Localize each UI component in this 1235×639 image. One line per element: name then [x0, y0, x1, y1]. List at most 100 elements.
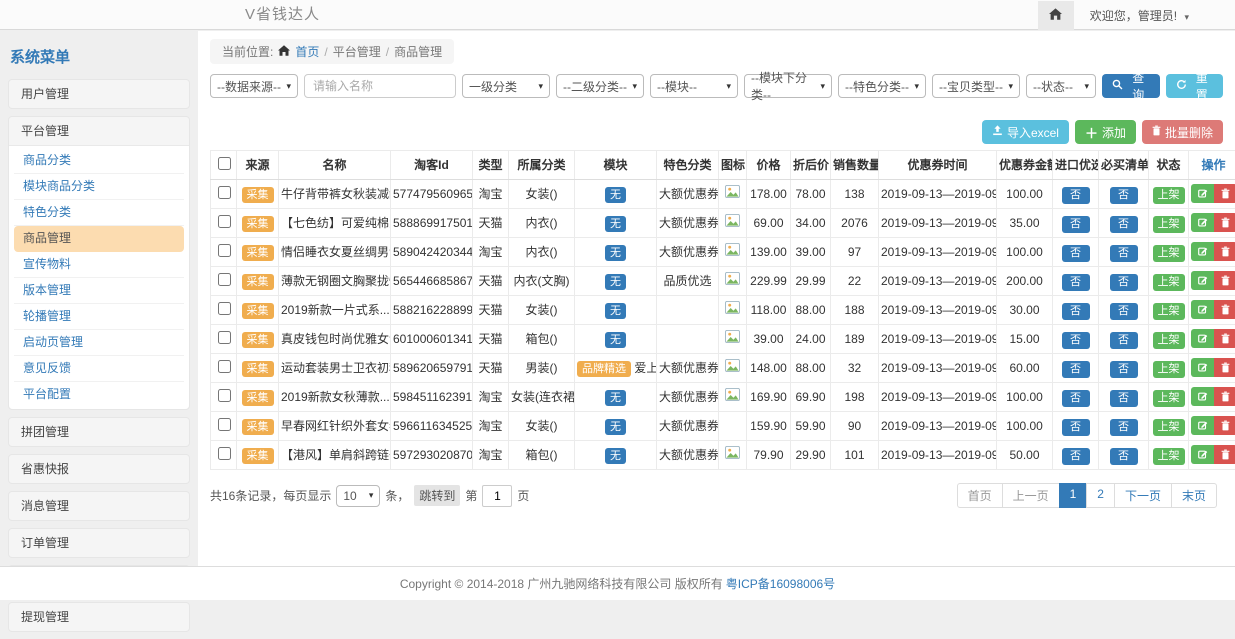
- delete-button[interactable]: [1214, 358, 1235, 377]
- edit-button[interactable]: [1191, 271, 1214, 290]
- edit-button[interactable]: [1191, 329, 1214, 348]
- status-toggle[interactable]: 上架: [1153, 274, 1185, 291]
- breadcrumb-home-link[interactable]: 首页: [295, 43, 319, 60]
- add-button[interactable]: ＋ 添加: [1075, 120, 1136, 144]
- delete-button[interactable]: [1214, 445, 1235, 464]
- row-checkbox[interactable]: [218, 360, 231, 373]
- must-buy-toggle[interactable]: 否: [1110, 303, 1138, 320]
- must-buy-toggle[interactable]: 否: [1110, 274, 1138, 291]
- import-select-toggle[interactable]: 否: [1062, 390, 1090, 407]
- must-buy-toggle[interactable]: 否: [1110, 245, 1138, 262]
- status-toggle[interactable]: 上架: [1153, 187, 1185, 204]
- import-select-toggle[interactable]: 否: [1062, 245, 1090, 262]
- row-checkbox[interactable]: [218, 418, 231, 431]
- status-toggle[interactable]: 上架: [1153, 245, 1185, 262]
- sidebar-item[interactable]: 提现管理: [8, 602, 190, 632]
- row-checkbox[interactable]: [218, 215, 231, 228]
- filter-select-data-source[interactable]: --数据来源--▾: [210, 74, 298, 98]
- row-checkbox[interactable]: [218, 186, 231, 199]
- sidebar-item[interactable]: 拼团管理: [8, 417, 190, 447]
- edit-button[interactable]: [1191, 387, 1214, 406]
- delete-button[interactable]: [1214, 329, 1235, 348]
- delete-button[interactable]: [1214, 184, 1235, 203]
- jump-button[interactable]: 跳转到: [414, 485, 460, 506]
- delete-button[interactable]: [1214, 242, 1235, 261]
- edit-button[interactable]: [1191, 416, 1214, 435]
- pager-item[interactable]: 首页: [957, 483, 1003, 508]
- name-search-input[interactable]: [304, 74, 456, 98]
- per-page-select[interactable]: 10▾: [336, 485, 380, 507]
- sidebar-subitem[interactable]: 商品管理: [14, 226, 184, 252]
- sidebar-item[interactable]: 省惠快报: [8, 454, 190, 484]
- status-toggle[interactable]: 上架: [1153, 303, 1185, 320]
- filter-select-level2-category[interactable]: --二级分类--▾: [556, 74, 644, 98]
- delete-button[interactable]: [1214, 213, 1235, 232]
- search-button[interactable]: 查询: [1102, 74, 1160, 98]
- sidebar-subitem[interactable]: 平台配置: [14, 382, 184, 407]
- sidebar-item-label[interactable]: 订单管理: [9, 529, 189, 557]
- sidebar-item[interactable]: 订单管理: [8, 528, 190, 558]
- edit-button[interactable]: [1191, 445, 1214, 464]
- page-number-input[interactable]: [482, 485, 512, 507]
- sidebar-subitem[interactable]: 版本管理: [14, 278, 184, 304]
- status-toggle[interactable]: 上架: [1153, 216, 1185, 233]
- sidebar-subitem[interactable]: 商品分类: [14, 148, 184, 174]
- sidebar-item-label[interactable]: 拼团管理: [9, 418, 189, 446]
- row-checkbox[interactable]: [218, 331, 231, 344]
- must-buy-toggle[interactable]: 否: [1110, 448, 1138, 465]
- filter-select-status[interactable]: --状态--▾: [1026, 74, 1096, 98]
- sidebar-item-label[interactable]: 用户管理: [9, 80, 189, 108]
- status-toggle[interactable]: 上架: [1153, 361, 1185, 378]
- pager-item[interactable]: 1: [1059, 483, 1088, 508]
- edit-button[interactable]: [1191, 213, 1214, 232]
- sidebar-item-label[interactable]: 省惠快报: [9, 455, 189, 483]
- sidebar-item-label[interactable]: 平台管理: [9, 117, 189, 145]
- sidebar-subitem[interactable]: 特色分类: [14, 200, 184, 226]
- sidebar-subitem[interactable]: 意见反馈: [14, 356, 184, 382]
- import-select-toggle[interactable]: 否: [1062, 274, 1090, 291]
- import-select-toggle[interactable]: 否: [1062, 187, 1090, 204]
- status-toggle[interactable]: 上架: [1153, 390, 1185, 407]
- must-buy-toggle[interactable]: 否: [1110, 419, 1138, 436]
- filter-select-item-type[interactable]: --宝贝类型--▾: [932, 74, 1020, 98]
- import-excel-button[interactable]: 导入excel: [982, 120, 1069, 144]
- delete-button[interactable]: [1214, 387, 1235, 406]
- status-toggle[interactable]: 上架: [1153, 419, 1185, 436]
- icp-link[interactable]: 粤ICP备16098006号: [726, 575, 835, 592]
- pager-item[interactable]: 2: [1086, 483, 1115, 508]
- import-select-toggle[interactable]: 否: [1062, 216, 1090, 233]
- sidebar-subitem[interactable]: 宣传物料: [14, 252, 184, 278]
- pager-item[interactable]: 下一页: [1114, 483, 1172, 508]
- sidebar-subitem[interactable]: 启动页管理: [14, 330, 184, 356]
- status-toggle[interactable]: 上架: [1153, 448, 1185, 465]
- must-buy-toggle[interactable]: 否: [1110, 361, 1138, 378]
- edit-button[interactable]: [1191, 242, 1214, 261]
- pager-item[interactable]: 末页: [1171, 483, 1217, 508]
- must-buy-toggle[interactable]: 否: [1110, 216, 1138, 233]
- import-select-toggle[interactable]: 否: [1062, 448, 1090, 465]
- sidebar-item[interactable]: 消息管理: [8, 491, 190, 521]
- delete-button[interactable]: [1214, 416, 1235, 435]
- sidebar-item-user-mgmt[interactable]: 用户管理: [8, 79, 190, 109]
- sidebar-item-label[interactable]: 提现管理: [9, 603, 189, 631]
- batch-delete-button[interactable]: 批量删除: [1142, 120, 1223, 144]
- pager-item[interactable]: 上一页: [1002, 483, 1060, 508]
- filter-select-level1-category[interactable]: 一级分类▾: [462, 74, 550, 98]
- row-checkbox[interactable]: [218, 447, 231, 460]
- import-select-toggle[interactable]: 否: [1062, 361, 1090, 378]
- row-checkbox[interactable]: [218, 302, 231, 315]
- reset-button[interactable]: 重置: [1166, 74, 1224, 98]
- row-checkbox[interactable]: [218, 273, 231, 286]
- sidebar-item-platform-mgmt[interactable]: 平台管理 商品分类模块商品分类特色分类商品管理宣传物料版本管理轮播管理启动页管理…: [8, 116, 190, 410]
- select-all-checkbox[interactable]: [218, 157, 231, 170]
- edit-button[interactable]: [1191, 358, 1214, 377]
- import-select-toggle[interactable]: 否: [1062, 419, 1090, 436]
- filter-select-module-sub[interactable]: --模块下分类--▾: [744, 74, 832, 98]
- must-buy-toggle[interactable]: 否: [1110, 390, 1138, 407]
- delete-button[interactable]: [1214, 300, 1235, 319]
- edit-button[interactable]: [1191, 300, 1214, 319]
- must-buy-toggle[interactable]: 否: [1110, 187, 1138, 204]
- must-buy-toggle[interactable]: 否: [1110, 332, 1138, 349]
- row-checkbox[interactable]: [218, 244, 231, 257]
- row-checkbox[interactable]: [218, 389, 231, 402]
